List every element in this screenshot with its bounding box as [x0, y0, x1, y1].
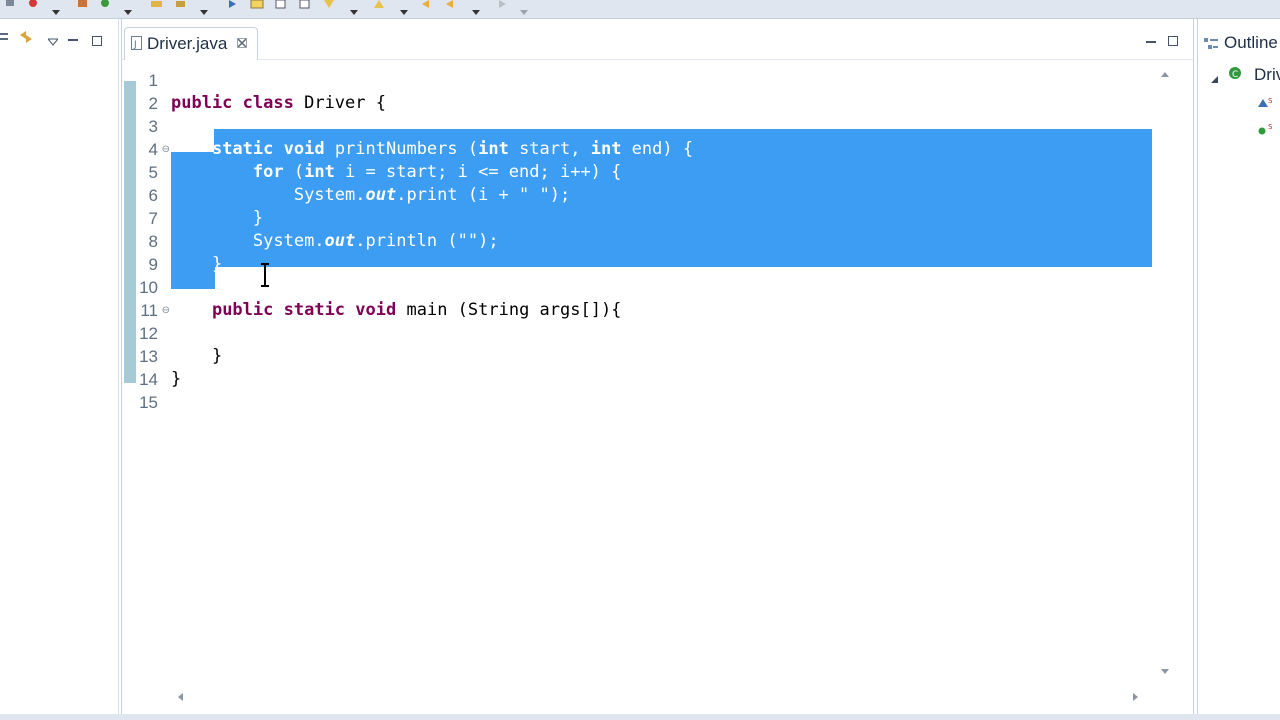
- chevron-down-icon[interactable]: [520, 1, 528, 15]
- line-number: 9: [148, 255, 158, 274]
- scroll-left-icon: [178, 693, 183, 701]
- code-line: }: [211, 254, 223, 274]
- class-icon: C: [1228, 65, 1244, 85]
- package-explorer-header: [0, 27, 118, 49]
- line-number: 4 ⊖: [148, 140, 170, 159]
- view-menu-icon[interactable]: [46, 31, 60, 50]
- svg-text:J: J: [133, 40, 137, 50]
- link-with-editor-icon[interactable]: [18, 29, 34, 49]
- collapse-all-icon[interactable]: [0, 30, 10, 49]
- line-number: 1: [148, 71, 158, 90]
- tab-label: Driver.java: [147, 34, 228, 53]
- line-number: 7: [148, 209, 158, 228]
- method-default-icon[interactable]: S: [1258, 94, 1273, 113]
- line-number: 8: [148, 232, 158, 251]
- maximize-icon[interactable]: [1168, 31, 1178, 50]
- code-line: for (int i = start; i <= end; i++) {: [252, 162, 622, 182]
- fold-collapse-icon[interactable]: ⊖: [162, 299, 170, 322]
- chevron-down-icon[interactable]: [400, 1, 408, 15]
- line-number: 15: [139, 393, 158, 412]
- line-number: 3: [148, 117, 158, 136]
- forward-arrow-icon[interactable]: [494, 0, 508, 12]
- scroll-down-icon: [1161, 669, 1169, 674]
- code-line: }: [211, 346, 223, 366]
- outline-title: Outline: [1224, 33, 1278, 52]
- close-icon[interactable]: [237, 37, 248, 52]
- line-number-ruler: 1 2 3 4 ⊖ 5 6 7 8 9 10 11 ⊖ 12 13 14 15: [138, 69, 170, 414]
- chevron-down-icon[interactable]: [472, 1, 480, 15]
- horizontal-scrollbar[interactable]: [172, 685, 1142, 709]
- prev-annotation-icon[interactable]: [372, 0, 386, 12]
- open-folder-icon[interactable]: [150, 0, 164, 12]
- code-line: System.out.print (i + " ");: [293, 185, 571, 205]
- new-class-icon[interactable]: [98, 0, 112, 12]
- bottom-trim: [0, 714, 1280, 720]
- scroll-right-icon: [1133, 693, 1138, 701]
- editor-tabbar: J Driver.java: [122, 19, 1193, 60]
- line-number: 10: [139, 278, 158, 297]
- outline-item-class[interactable]: Driv: [1254, 65, 1280, 85]
- line-number: 13: [139, 347, 158, 366]
- code-line: }: [252, 208, 264, 228]
- code-line: static void printNumbers (int start, int…: [211, 139, 694, 159]
- back-arrow-icon[interactable]: [446, 0, 460, 12]
- svg-text:C: C: [1232, 70, 1238, 80]
- text-cursor-icon: [259, 263, 271, 287]
- line-number: 12: [139, 324, 158, 343]
- run-arrow-icon[interactable]: [226, 0, 240, 12]
- tab-driver-java[interactable]: J Driver.java: [124, 27, 259, 60]
- chevron-down-icon[interactable]: [124, 1, 132, 15]
- java-file-icon: J: [131, 35, 143, 54]
- line-number: 11 ⊖: [140, 301, 170, 320]
- code-editor[interactable]: public class Driver { static void printN…: [171, 69, 1181, 414]
- chevron-down-icon[interactable]: [350, 1, 358, 15]
- fold-collapse-icon[interactable]: ⊖: [162, 138, 170, 161]
- run-stop-icon[interactable]: [26, 0, 40, 12]
- code-line: public static void main (String args[]){: [211, 300, 622, 320]
- next-annotation-icon[interactable]: [322, 0, 336, 12]
- scroll-up-icon: [1161, 72, 1169, 77]
- highlight-icon[interactable]: [250, 0, 264, 12]
- block-selection-icon[interactable]: [298, 0, 312, 12]
- change-marker-bar: [124, 81, 136, 383]
- minimize-icon[interactable]: [1146, 31, 1156, 50]
- editor-pane: J Driver.java 1 2 3 4 ⊖ 5 6 7 8 9 10 11 ⊖ …: [121, 19, 1194, 716]
- line-number: 6: [148, 186, 158, 205]
- code-line: public class Driver {: [171, 93, 386, 113]
- package-explorer-pane: [0, 19, 119, 720]
- line-number: 2: [148, 94, 158, 113]
- tree-expand-icon[interactable]: [1210, 69, 1219, 88]
- new-package-icon[interactable]: [76, 0, 90, 12]
- line-number: 5: [148, 163, 158, 182]
- code-line: System.out.println ("");: [252, 231, 499, 251]
- method-public-icon[interactable]: S: [1258, 120, 1273, 139]
- svg-text:S: S: [1268, 123, 1272, 131]
- chevron-down-icon[interactable]: [200, 1, 208, 15]
- main-toolbar: [0, 0, 1280, 19]
- show-whitespace-icon[interactable]: [274, 0, 288, 12]
- minimize-icon[interactable]: [68, 29, 78, 48]
- outline-pane: Outline C Driv S S: [1197, 19, 1280, 720]
- open-task-icon[interactable]: [174, 0, 188, 12]
- chevron-down-icon[interactable]: [52, 1, 60, 15]
- svg-text:S: S: [1268, 97, 1272, 105]
- outline-icon: [1204, 36, 1218, 55]
- code-line: }: [171, 369, 182, 389]
- maximize-icon[interactable]: [92, 31, 102, 50]
- back-arrow-icon[interactable]: [422, 0, 436, 12]
- vertical-scrollbar[interactable]: [1154, 59, 1176, 685]
- debug-icon[interactable]: [4, 0, 18, 12]
- line-number: 14: [139, 370, 158, 389]
